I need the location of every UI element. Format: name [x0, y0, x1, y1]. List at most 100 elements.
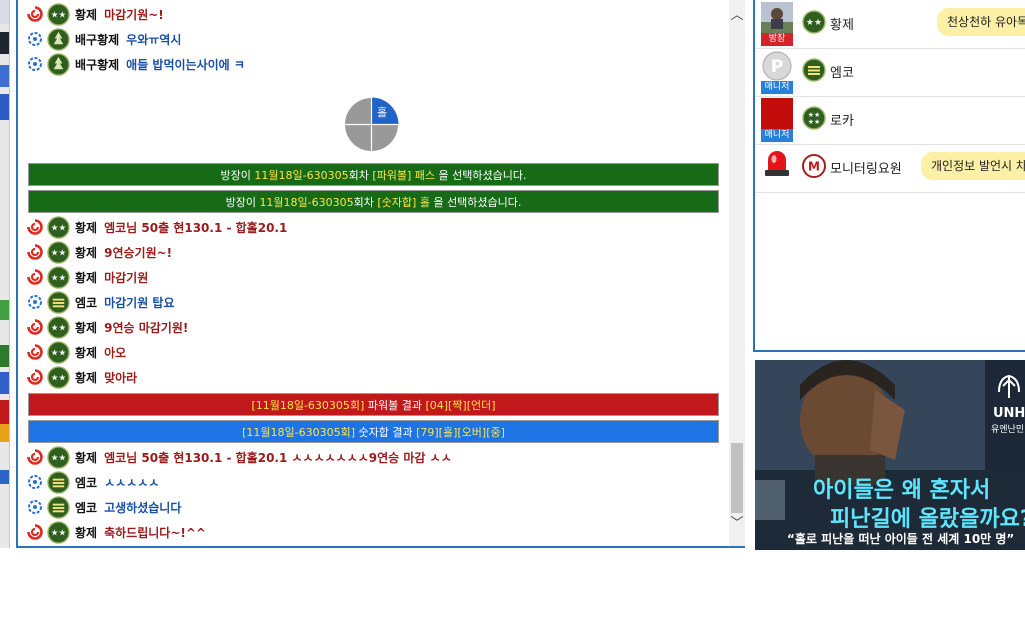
level-badge-icon: [47, 496, 70, 519]
message-nick[interactable]: 황제: [75, 269, 97, 286]
chat-message: 황제 아오: [27, 341, 126, 363]
ad-subline: “홀로 피난을 떠난 아이들 전 세계 10만 명”: [787, 532, 1015, 546]
scroll-up-icon[interactable]: ︿: [729, 8, 745, 24]
user-name[interactable]: 황제: [830, 14, 854, 33]
message-text: 애들 밥먹이는사이에 ㅋ: [126, 57, 245, 72]
rank-red-icon: [27, 369, 43, 385]
pick-announcement: 방장이 11월18일-630305 회차 [파워볼] 패스 을 선택하셨습니다.: [28, 163, 719, 186]
rank-red-icon: [27, 6, 43, 22]
svg-text:P: P: [771, 57, 783, 77]
ad-org-subtitle: 유엔난민: [991, 425, 1025, 435]
level-badge-icon: [47, 241, 70, 264]
message-text: 엠코님 50출 현130.1 - 합홀20.1: [104, 220, 288, 235]
unhcr-logo-icon: [998, 374, 1020, 398]
message-text: ㅅㅅㅅㅅㅅ: [104, 475, 160, 490]
level-badge-icon: [47, 28, 70, 51]
level-badge-icon: [47, 291, 70, 314]
advertisement-banner[interactable]: UNHC 유엔난민 아이들은 왜 혼자서 피난길에 올랐을까요? “홀로 피난을…: [755, 360, 1025, 550]
message-nick[interactable]: 황제: [75, 449, 97, 466]
sum-result-bar: [11월18일-630305회] 숫자합 결과 [79][홀][오버][중]: [28, 420, 719, 443]
rank-red-icon: [27, 244, 43, 260]
role-tag: 매니저: [761, 129, 793, 142]
level-badge-icon: [802, 58, 826, 82]
level-badge-icon: [47, 366, 70, 389]
user-row[interactable]: 모니터링요원 개인정보 발언시 차: [755, 144, 1025, 193]
user-row[interactable]: P 매니저 엠코: [755, 48, 1025, 97]
rank-blue-icon: [27, 31, 43, 47]
message-text: 고생하셨습니다: [104, 500, 182, 515]
chat-message: 황제 축하드립니다~!^^: [27, 521, 206, 543]
person-photo-icon: [761, 2, 793, 34]
message-text: 마감기원 탑요: [104, 295, 175, 310]
level-badge-icon: [47, 521, 70, 544]
user-name[interactable]: 모니터링요원: [830, 158, 902, 177]
chat-message: 황제 엠코님 50출 현130.1 - 합홀20.1: [27, 216, 287, 238]
message-text: 우와ㅠ역시: [126, 32, 182, 47]
status-bubble: 천상천하 유아독: [937, 8, 1025, 36]
rank-red-icon: [27, 524, 43, 540]
message-nick[interactable]: 배구황제: [75, 31, 119, 48]
chat-message: 엠코 고생하셨습니다: [27, 496, 181, 518]
level-badge-icon: [47, 266, 70, 289]
message-nick[interactable]: 엠코: [75, 499, 97, 516]
level-badge-icon: [47, 341, 70, 364]
user-name[interactable]: 로카: [830, 110, 854, 129]
ad-headline: 아이들은 왜 혼자서: [813, 478, 991, 503]
message-nick[interactable]: 황제: [75, 244, 97, 261]
chat-message: 배구황제 애들 밥먹이는사이에 ㅋ: [27, 53, 245, 75]
rank-blue-icon: [27, 499, 43, 515]
message-text: 맞아라: [104, 370, 138, 385]
odd-even-pie-icon: 홀: [344, 97, 399, 152]
scroll-thumb[interactable]: [731, 443, 743, 513]
rank-blue-icon: [27, 294, 43, 310]
chat-message: 황제 9연승 마감기원!: [27, 316, 188, 338]
chat-message: 황제 맞아라: [27, 366, 137, 388]
left-taskbar-strip: [0, 0, 10, 548]
message-nick[interactable]: 황제: [75, 369, 97, 386]
siren-icon: [765, 151, 789, 176]
ad-org-name: UNHC: [993, 406, 1025, 421]
message-text: 9연승 마감기원!: [104, 320, 189, 335]
user-row[interactable]: 매니저 로카: [755, 96, 1025, 145]
role-tag: 방장: [761, 33, 793, 46]
rank-red-icon: [27, 269, 43, 285]
user-name[interactable]: 엠코: [830, 62, 854, 81]
p-logo-icon: P: [762, 51, 792, 81]
message-nick[interactable]: 황제: [75, 344, 97, 361]
user-list-panel: 방장 황제 천상천하 유아독 P 매니저 엠코 매니저 로카 모니터링요원 개인…: [753, 0, 1025, 352]
powerball-result-bar: [11월18일-630305회] 파워볼 결과 [04][짝][언더]: [28, 393, 719, 416]
chat-message: 엠코 ㅅㅅㅅㅅㅅ: [27, 471, 159, 493]
message-text: 엠코님 50출 현130.1 - 합홀20.1 ㅅㅅㅅㅅㅅㅅㅅ9연승 마감 ㅅㅅ: [104, 450, 452, 465]
chat-message: 황제 마감기원~!: [27, 3, 164, 25]
chat-message: 배구황제 우와ㅠ역시: [27, 28, 181, 50]
chat-scrollbar[interactable]: ︿ ﹀: [729, 0, 745, 546]
message-text: 축하드립니다~!^^: [104, 525, 206, 540]
chat-messages: 황제 마감기원~! 배구황제 우와ㅠ역시 배구황제 애들 밥먹이는사이에 ㅋ 홀…: [18, 0, 729, 546]
level-badge-icon: [47, 316, 70, 339]
chat-message: 황제 마감기원: [27, 266, 148, 288]
message-nick[interactable]: 배구황제: [75, 56, 119, 73]
rank-blue-icon: [27, 56, 43, 72]
chat-message: 엠코 마감기원 탑요: [27, 291, 175, 313]
chat-message: 황제 9연승기원~!: [27, 241, 172, 263]
message-text: 9연승기원~!: [104, 245, 173, 260]
level-badge-icon: [802, 10, 826, 34]
user-row[interactable]: 방장 황제 천상천하 유아독: [755, 0, 1025, 49]
message-nick[interactable]: 엠코: [75, 474, 97, 491]
pick-announcement: 방장이 11월18일-630305 회차 [숫자합] 홀 을 선택하셨습니다.: [28, 190, 719, 213]
role-tag: 매니저: [761, 81, 793, 94]
message-nick[interactable]: 황제: [75, 219, 97, 236]
ad-headline: 피난길에 올랐을까요?: [830, 507, 1025, 532]
message-nick[interactable]: 엠코: [75, 294, 97, 311]
message-text: 마감기원: [104, 270, 149, 285]
level-badge-icon: [47, 216, 70, 239]
chat-panel: 황제 마감기원~! 배구황제 우와ㅠ역시 배구황제 애들 밥먹이는사이에 ㅋ 홀…: [16, 0, 745, 548]
scroll-down-icon[interactable]: ﹀: [729, 516, 745, 532]
chat-message: 황제 엠코님 50출 현130.1 - 합홀20.1 ㅅㅅㅅㅅㅅㅅㅅ9연승 마감…: [27, 446, 452, 468]
message-nick[interactable]: 황제: [75, 524, 97, 541]
pie-label: 홀: [377, 106, 387, 119]
message-nick[interactable]: 황제: [75, 319, 97, 336]
level-badge-icon: [47, 53, 70, 76]
message-nick[interactable]: 황제: [75, 6, 97, 23]
level-badge-icon: [47, 3, 70, 26]
